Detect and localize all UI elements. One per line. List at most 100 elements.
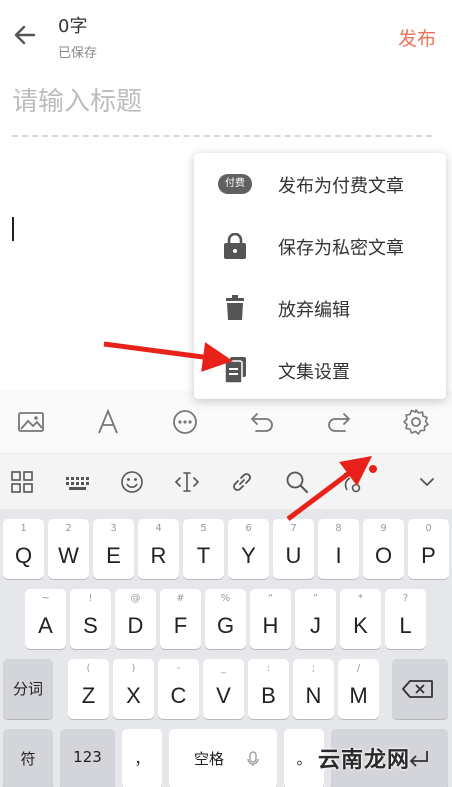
publish-button[interactable]: 发布	[398, 24, 436, 51]
font-icon[interactable]	[94, 408, 122, 436]
key-label: T	[196, 543, 211, 568]
key-label: Y	[241, 543, 256, 568]
back-arrow-icon[interactable]	[12, 22, 38, 48]
key-hint: 6	[245, 523, 252, 534]
key-i[interactable]: 8I	[318, 519, 359, 579]
key-n[interactable]: ; N	[293, 659, 334, 719]
key-hint: 5	[200, 523, 207, 534]
symbol-key[interactable]: 符	[3, 729, 53, 787]
key-label: I	[335, 543, 342, 568]
key-z[interactable]: (Z	[68, 659, 109, 719]
key-hint: /	[356, 663, 361, 674]
key-label: M	[349, 683, 368, 708]
number-key[interactable]: 123	[60, 729, 115, 787]
key-a[interactable]: ~ A	[25, 589, 66, 649]
key-p[interactable]: 0P	[408, 519, 449, 579]
undo-icon[interactable]	[248, 408, 276, 436]
ime-toolbar	[0, 453, 452, 509]
key-k[interactable]: * K	[340, 589, 381, 649]
mic-icon	[247, 751, 259, 766]
key-label: 123	[73, 748, 102, 766]
image-icon[interactable]	[17, 408, 45, 436]
key-u[interactable]: 7U	[273, 519, 314, 579]
key-hint: *	[358, 593, 363, 604]
key-hint: @	[130, 593, 141, 604]
key-label: 符	[20, 750, 36, 768]
paid-badge-icon: 付费	[218, 174, 252, 194]
key-c[interactable]: -C	[158, 659, 199, 719]
menu-item-discard[interactable]: 放弃编辑	[194, 277, 446, 339]
key-d[interactable]: @ D	[115, 589, 156, 649]
key-hint: _	[221, 663, 226, 674]
key-hint: )	[131, 663, 136, 674]
settings-menu: 付费 发布为付费文章 保存为私密文章 放弃编辑 文集设置	[194, 153, 446, 399]
key-hint: ”	[312, 593, 319, 604]
key-hint: ?	[402, 593, 409, 604]
key-e[interactable]: 3E	[93, 519, 134, 579]
key-x[interactable]: ) X	[113, 659, 154, 719]
collection-icon	[218, 357, 254, 384]
key-q[interactable]: 1Q	[3, 519, 44, 579]
key-m[interactable]: / M	[338, 659, 379, 719]
key-o[interactable]: 9O	[363, 519, 404, 579]
emoji-icon[interactable]	[118, 468, 146, 496]
key-f[interactable]: # F	[160, 589, 201, 649]
key-b[interactable]: :B	[248, 659, 289, 719]
key-w[interactable]: 2W	[48, 519, 89, 579]
key-label: G	[216, 613, 235, 638]
menu-item-publish-paid[interactable]: 付费 发布为付费文章	[194, 153, 446, 215]
key-hint: ;	[311, 663, 316, 674]
key-t[interactable]: 5T	[183, 519, 224, 579]
key-hint: (	[86, 663, 91, 674]
menu-item-label: 发布为付费文章	[278, 176, 404, 197]
key-label: R	[150, 543, 167, 568]
key-label: P	[421, 543, 436, 568]
key-label: S	[83, 613, 98, 638]
key-label: D	[127, 613, 144, 638]
key-label: Q	[14, 543, 33, 568]
top-bar: 0字 已保存 发布	[0, 0, 452, 68]
grid-icon[interactable]	[8, 468, 36, 496]
body-cursor[interactable]	[12, 217, 14, 241]
search-icon[interactable]	[283, 468, 311, 496]
key-hint: 9	[380, 523, 387, 534]
key-label: F	[173, 613, 188, 638]
cursor-icon[interactable]	[173, 468, 201, 496]
key-hint: -	[176, 663, 181, 674]
key-hint: 8	[335, 523, 342, 534]
key-v[interactable]: _ V	[203, 659, 244, 719]
redo-icon[interactable]	[325, 408, 353, 436]
key-l[interactable]: ? L	[385, 589, 426, 649]
settings-icon[interactable]	[402, 408, 430, 436]
key-g[interactable]: % G	[205, 589, 246, 649]
shift-key[interactable]: 分词	[3, 659, 53, 719]
link-icon[interactable]	[228, 468, 256, 496]
key-label: N	[305, 683, 322, 708]
collapse-icon[interactable]	[413, 468, 441, 496]
menu-item-collection-settings[interactable]: 文集设置	[194, 339, 446, 401]
key-label: K	[353, 613, 368, 638]
key-s[interactable]: ! S	[70, 589, 111, 649]
more-icon[interactable]	[171, 408, 199, 436]
lock-icon	[218, 232, 254, 259]
key-r[interactable]: 4R	[138, 519, 179, 579]
key-hint: :	[266, 663, 271, 674]
keyboard-icon[interactable]	[63, 468, 91, 496]
key-label: A	[38, 613, 53, 638]
key-hint: 0	[425, 523, 432, 534]
key-label: H	[262, 613, 279, 638]
key-label: V	[216, 683, 231, 708]
space-key[interactable]: 空格	[169, 729, 277, 787]
backspace-key[interactable]	[392, 659, 448, 719]
key-j[interactable]: ” J	[295, 589, 336, 649]
title-input[interactable]	[12, 80, 432, 124]
watermark-text: 云南龙网	[318, 747, 411, 773]
voice-icon[interactable]	[338, 468, 366, 496]
save-status: 已保存	[58, 46, 98, 61]
trash-icon	[218, 295, 254, 321]
key-y[interactable]: 6Y	[228, 519, 269, 579]
key-h[interactable]: “H	[250, 589, 291, 649]
menu-item-label: 文集设置	[278, 362, 350, 383]
key-hint: !	[88, 593, 93, 604]
menu-item-save-private[interactable]: 保存为私密文章	[194, 215, 446, 277]
